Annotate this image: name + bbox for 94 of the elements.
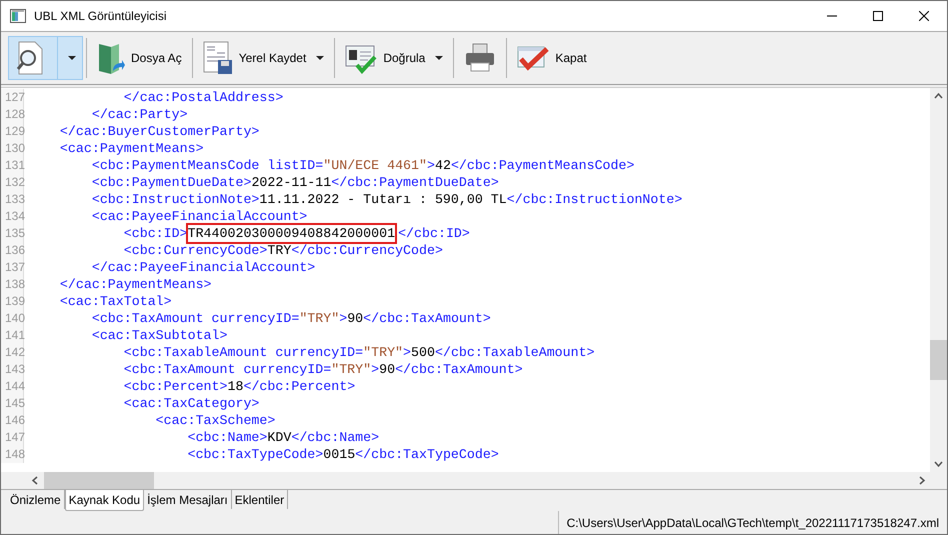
- line-number: 137: [1, 259, 24, 276]
- file-path: C:\Users\User\AppData\Local\GTech\temp\t_20221117173518247.xml: [558, 511, 947, 534]
- app-icon: [10, 9, 26, 23]
- line-number: 127: [1, 89, 24, 106]
- line-number: 147: [1, 429, 24, 446]
- code-text: <cac:PayeeFinancialAccount>: [90, 208, 308, 225]
- code-text: <cbc:InstructionNote>: [90, 191, 260, 208]
- code-text: <cac:TaxTotal>: [58, 293, 172, 310]
- line-number: 146: [1, 412, 24, 429]
- code-text: <cbc:CurrencyCode>: [122, 242, 268, 259]
- vertical-scrollbar-thumb[interactable]: [930, 340, 947, 380]
- code-text: </cbc:PaymentMeansCode>: [450, 157, 634, 174]
- code-text: <cbc:TaxAmount currencyID=: [90, 310, 300, 327]
- caret-icon[interactable]: [435, 56, 444, 60]
- toolbar-button[interactable]: Yerel Kaydet: [196, 36, 332, 80]
- code-text: 0015: [323, 446, 356, 463]
- toolbar-button[interactable]: Doğrula: [338, 36, 450, 80]
- code-text: <cac:PaymentMeans>: [58, 140, 204, 157]
- line-number: 135: [1, 225, 24, 242]
- preview-button[interactable]: [8, 36, 83, 80]
- code-text: 500: [411, 344, 435, 361]
- tab[interactable]: Kaynak Kodu: [64, 490, 144, 511]
- code-text: <cbc:TaxTypeCode>: [186, 446, 324, 463]
- code-text: </cbc:Percent>: [243, 378, 356, 395]
- document-magnifier-icon: [15, 41, 45, 75]
- folder-arrow-icon: [97, 41, 125, 75]
- code-text: TRY: [267, 242, 292, 259]
- line-number: 136: [1, 242, 24, 259]
- line-number: 145: [1, 395, 24, 412]
- window-title: UBL XML Görüntüleyicisi: [34, 8, 166, 25]
- code-text: </cbc:TaxableAmount>: [434, 344, 595, 361]
- line-number: 143: [1, 361, 24, 378]
- code-text: <cac:TaxScheme>: [154, 412, 276, 429]
- code-text: </cbc:TaxAmount>: [363, 310, 491, 327]
- code-text: </cac:Party>: [90, 106, 188, 123]
- code-text: <cbc:TaxAmount currencyID=: [122, 361, 332, 378]
- code-text: 90: [379, 361, 396, 378]
- code-text: </cac:PostalAddress>: [122, 89, 284, 106]
- line-number: 134: [1, 208, 24, 225]
- horizontal-scrollbar-thumb[interactable]: [44, 472, 154, 489]
- code-text: 18: [228, 378, 244, 395]
- code-text: </cbc:PaymentDueDate>: [331, 174, 499, 191]
- code-text: <cac:TaxSubtotal>: [90, 327, 228, 344]
- code-text: <cbc:PaymentDueDate>: [90, 174, 252, 191]
- line-number: 138: [1, 276, 24, 293]
- line-number: 148: [1, 446, 24, 463]
- code-text: </cbc:Name>: [291, 429, 380, 446]
- code-text: >: [371, 361, 380, 378]
- printer-icon: [464, 43, 496, 73]
- code-text: >: [426, 157, 435, 174]
- line-number: 132: [1, 174, 24, 191]
- line-number: 144: [1, 378, 24, 395]
- highlighted-code-text: TR440020300009408842000001: [188, 225, 396, 242]
- close-icon[interactable]: [919, 11, 929, 21]
- line-number: 130: [1, 140, 24, 157]
- code-text: <cbc:ID>: [122, 225, 188, 242]
- line-number: 142: [1, 344, 24, 361]
- code-text: <cbc:Percent>: [122, 378, 228, 395]
- code-text: </cac:BuyerCustomerParty>: [58, 123, 260, 140]
- code-text: >: [339, 310, 348, 327]
- code-text: 42: [434, 157, 451, 174]
- maximize-icon[interactable]: [873, 11, 883, 21]
- line-number: 129: [1, 123, 24, 140]
- line-number: 140: [1, 310, 24, 327]
- code-text: </cbc:TaxTypeCode>: [355, 446, 499, 463]
- code-text: </cbc:TaxAmount>: [395, 361, 523, 378]
- toolbar-button[interactable]: Kapat: [510, 36, 594, 80]
- toolbar-button[interactable]: Dosya Aç: [90, 36, 189, 80]
- code-text: <cbc:TaxableAmount currencyID=: [122, 344, 364, 361]
- code-text: "TRY": [331, 361, 372, 378]
- line-number: 139: [1, 293, 24, 310]
- code-text: <cbc:PaymentMeansCode listID=: [90, 157, 324, 174]
- code-text: 2022-11-11: [251, 174, 332, 191]
- code-text: KDV: [267, 429, 292, 446]
- code-text: </cac:PaymentMeans>: [58, 276, 212, 293]
- line-number: 128: [1, 106, 24, 123]
- line-number: 131: [1, 157, 24, 174]
- caret-icon[interactable]: [316, 56, 324, 60]
- code-text: <cbc:Name>: [186, 429, 268, 446]
- form-disk-icon: [202, 41, 233, 75]
- code-text: 90: [347, 310, 364, 327]
- code-text: </cbc:ID>: [398, 225, 470, 242]
- code-text: "TRY": [363, 344, 404, 361]
- code-text: >: [403, 344, 412, 361]
- code-text: 11.11.2022 - Tutarı : 590,00 TL: [259, 191, 507, 208]
- code-text: <cac:TaxCategory>: [122, 395, 260, 412]
- code-text: </cbc:InstructionNote>: [506, 191, 682, 208]
- caret-icon[interactable]: [68, 56, 76, 60]
- code-text: "UN/ECE 4461": [323, 157, 427, 174]
- line-number: 133: [1, 191, 24, 208]
- line-number: 141: [1, 327, 24, 344]
- code-text: </cbc:CurrencyCode>: [291, 242, 443, 259]
- code-text: "TRY": [299, 310, 340, 327]
- code-text: </cac:PayeeFinancialAccount>: [90, 259, 316, 276]
